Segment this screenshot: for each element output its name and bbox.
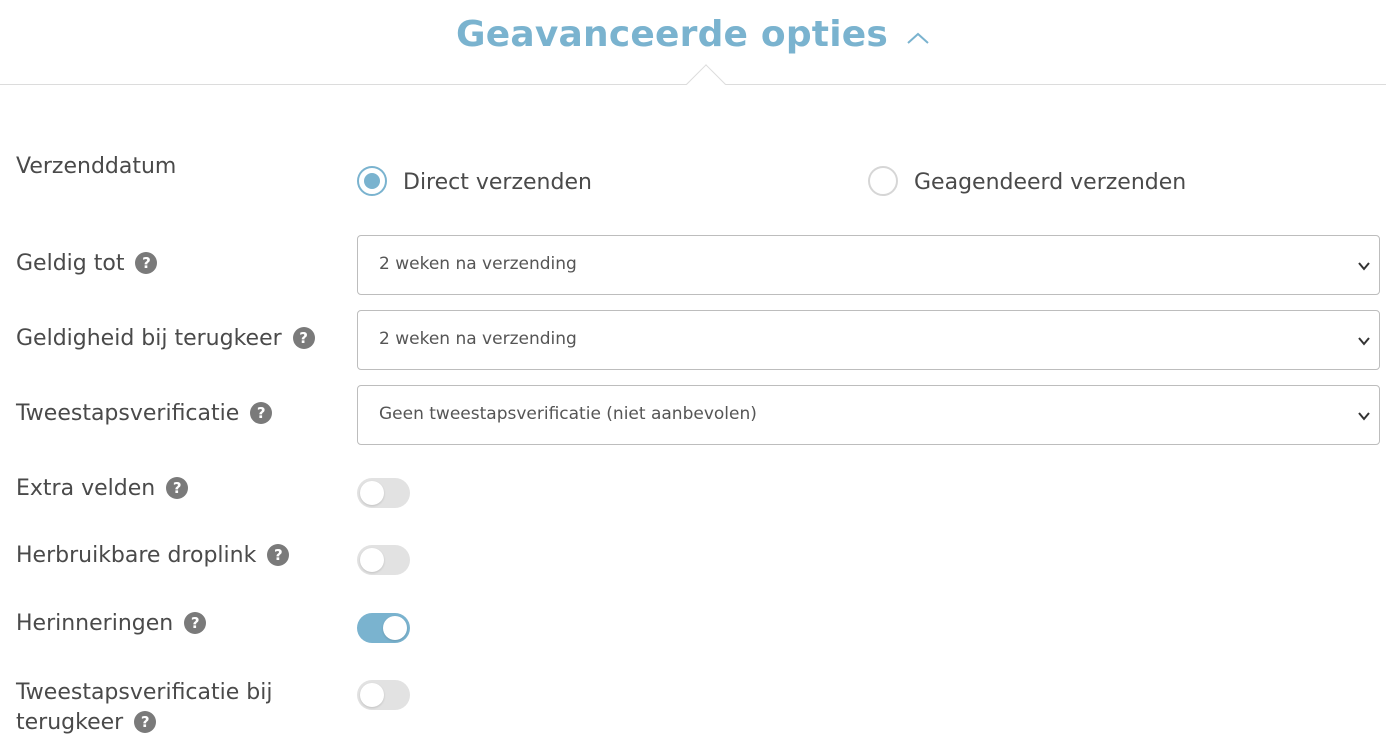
radio-scheduled-send-circle[interactable] [868, 166, 898, 196]
reminders-label: Herinneringen ? [16, 611, 207, 636]
two-step-select-value: Geen tweestapsverificatie (niet aanbevol… [379, 404, 757, 424]
chevron-down-icon [1357, 258, 1371, 277]
chevron-up-icon[interactable] [906, 13, 930, 54]
return-validity-label: Geldigheid bij terugkeer ? [16, 326, 315, 351]
reusable-droplink-label: Herbruikbare droplink ? [16, 543, 290, 568]
help-icon[interactable]: ? [292, 327, 315, 349]
two-step-return-label-line2: terugkeer [16, 710, 124, 735]
two-step-return-label: Tweestapsverificatie bij terugkeer ? [16, 678, 272, 738]
two-step-label: Tweestapsverificatie ? [16, 401, 273, 426]
toggle-knob [360, 548, 384, 572]
toggle-knob [383, 616, 407, 640]
reminders-label-text: Herinneringen [16, 611, 174, 636]
valid-until-label-text: Geldig tot [16, 251, 125, 276]
valid-until-select[interactable]: 2 weken na verzending [357, 235, 1380, 295]
radio-scheduled-send-label: Geagendeerd verzenden [914, 170, 1187, 195]
extra-fields-toggle[interactable] [357, 478, 410, 508]
advanced-options-header[interactable]: Geavanceerde opties [0, 0, 1386, 85]
return-validity-select-value: 2 weken na verzending [379, 329, 577, 349]
extra-fields-label-text: Extra velden [16, 476, 156, 501]
help-icon[interactable]: ? [166, 477, 189, 499]
radio-direct-send-circle[interactable] [357, 166, 387, 196]
help-icon[interactable]: ? [135, 252, 158, 274]
toggle-knob [360, 481, 384, 505]
return-validity-select[interactable]: 2 weken na verzending [357, 310, 1380, 370]
help-icon[interactable]: ? [267, 544, 290, 566]
advanced-options-title-text: Geavanceerde opties [456, 14, 888, 55]
chevron-down-icon [1357, 408, 1371, 427]
chevron-down-icon [1357, 333, 1371, 352]
help-icon[interactable]: ? [134, 711, 157, 733]
reminders-toggle[interactable] [357, 613, 410, 643]
help-icon[interactable]: ? [184, 612, 207, 634]
reusable-droplink-toggle[interactable] [357, 545, 410, 575]
extra-fields-label: Extra velden ? [16, 476, 189, 501]
return-validity-label-text: Geldigheid bij terugkeer [16, 326, 282, 351]
radio-direct-send-label: Direct verzenden [403, 170, 592, 195]
two-step-label-text: Tweestapsverificatie [16, 401, 240, 426]
toggle-knob [360, 683, 384, 707]
send-date-label: Verzenddatum [16, 154, 177, 179]
two-step-return-label-line1: Tweestapsverificatie bij [16, 680, 273, 705]
valid-until-label: Geldig tot ? [16, 251, 158, 276]
advanced-options-title[interactable]: Geavanceerde opties [0, 14, 1386, 55]
two-step-return-toggle[interactable] [357, 680, 410, 710]
reusable-droplink-label-text: Herbruikbare droplink [16, 543, 257, 568]
two-step-select[interactable]: Geen tweestapsverificatie (niet aanbevol… [357, 385, 1380, 445]
help-icon[interactable]: ? [250, 402, 273, 424]
valid-until-select-value: 2 weken na verzending [379, 254, 577, 274]
